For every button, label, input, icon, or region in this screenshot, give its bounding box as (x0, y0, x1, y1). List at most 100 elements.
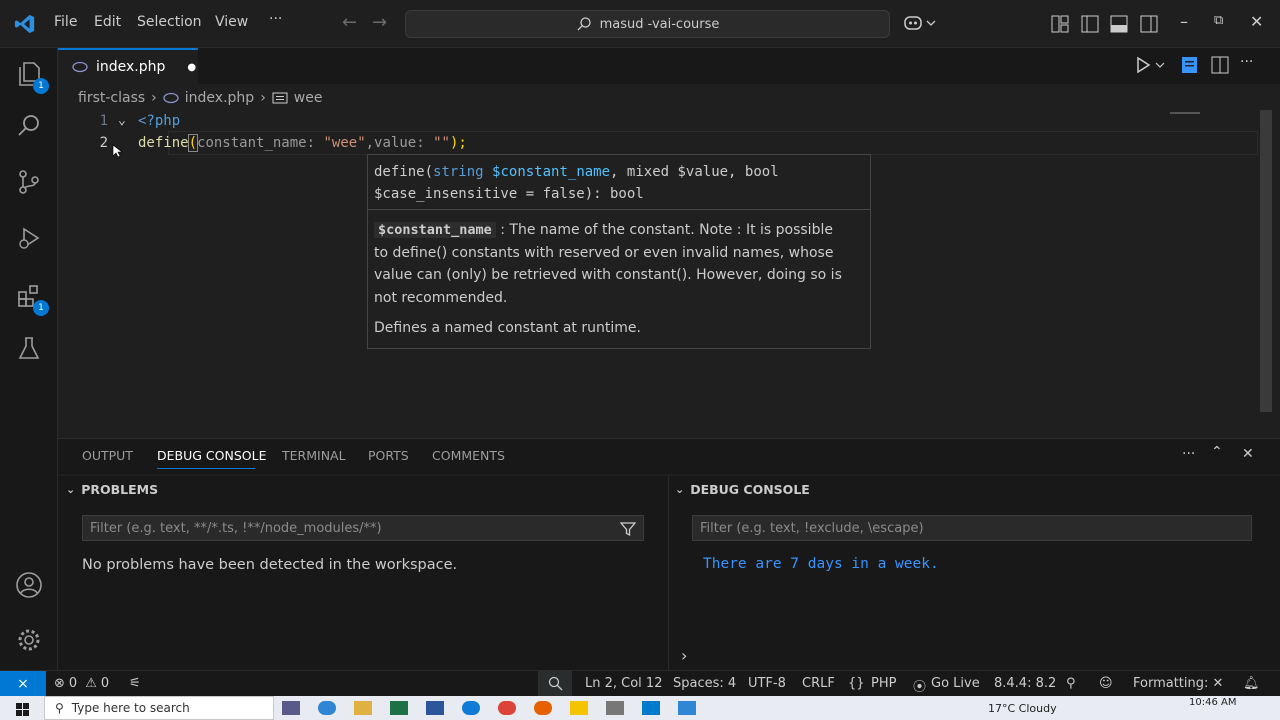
line-ending[interactable]: CRLF (802, 676, 835, 691)
taskbar-apps (282, 700, 732, 716)
debug-input-prompt-icon[interactable]: › (681, 646, 687, 665)
php-open-tag: <?php (138, 113, 181, 129)
windows-start-icon[interactable] (16, 703, 30, 717)
open-preview-icon[interactable] (1181, 56, 1199, 78)
search-text: masud -vai-course (599, 16, 720, 32)
command-center-search[interactable]: masud -vai-course (405, 10, 890, 38)
zoom-icon[interactable] (538, 671, 572, 696)
customize-layout-icon[interactable] (1051, 15, 1069, 37)
restore-icon[interactable]: ⧉ (1214, 13, 1223, 28)
file-explorer-icon[interactable] (354, 701, 372, 715)
problems-filter-input[interactable]: Filter (e.g. text, **/*.ts, !**/node_mod… (82, 515, 644, 541)
php-version[interactable]: 8.4.4: 8.2 (994, 676, 1056, 691)
back-arrow-icon[interactable]: ← (342, 12, 357, 33)
unsaved-dot-icon[interactable]: ● (187, 62, 196, 73)
chevron-down-icon: ⌄ (66, 483, 76, 496)
fold-chevron-icon[interactable]: ⌄ (118, 113, 126, 128)
close-panel-icon[interactable]: ✕ (1242, 446, 1254, 462)
explorer-icon[interactable]: 1 (13, 58, 49, 94)
param-hint-value: ,value: (365, 135, 425, 151)
toggle-secondary-sidebar-icon[interactable] (1140, 15, 1158, 37)
tab-output[interactable]: OUTPUT (82, 448, 133, 463)
chrome-icon[interactable] (498, 701, 516, 715)
language-mode[interactable]: PHP (871, 676, 896, 691)
split-editor-icon[interactable] (1211, 56, 1229, 78)
menu-file[interactable]: File (54, 14, 77, 30)
mouse-cursor-icon (112, 144, 122, 158)
windows-taskbar: ⚲ Type here to search 17°C Cloudy 10:46 A… (0, 696, 1280, 720)
run-debug-icon[interactable] (13, 222, 45, 254)
breadcrumb-file[interactable]: index.php (185, 90, 254, 106)
sticky-notes-icon[interactable] (570, 701, 588, 715)
panel-more-icon[interactable]: ··· (1182, 446, 1195, 462)
title-bar: File Edit Selection View ··· ← → masud -… (0, 0, 1280, 48)
editor-more-actions-icon[interactable]: ··· (1240, 54, 1253, 70)
code-line-2: define(constant_name: "wee",value: ""); (138, 134, 467, 152)
problems-header[interactable]: ⌄ PROBLEMS (66, 482, 158, 497)
word-icon[interactable] (426, 701, 444, 715)
breadcrumb-symbol[interactable]: wee (294, 90, 323, 106)
vscode-taskbar-icon[interactable] (642, 701, 660, 715)
close-window-icon[interactable]: ✕ (1250, 12, 1263, 31)
copilot-app-icon[interactable] (318, 701, 336, 715)
string-value: "wee (323, 135, 358, 151)
firefox-icon[interactable] (534, 701, 552, 715)
excel-icon[interactable] (390, 701, 408, 715)
cursor-position[interactable]: Ln 2, Col 12 (585, 676, 662, 691)
filter-icon[interactable] (620, 521, 636, 537)
copilot-icon[interactable] (903, 13, 937, 37)
camera-icon[interactable] (606, 701, 624, 715)
search-icon (577, 17, 591, 31)
bell-icon[interactable]: 🔔︎ (1243, 676, 1260, 691)
chevron-right-icon: › (151, 90, 157, 106)
activity-bar: 1 1 (0, 48, 58, 670)
copilot-status-icon[interactable]: ☺ (1099, 676, 1113, 691)
indentation[interactable]: Spaces: 4 (673, 676, 736, 691)
clock[interactable]: 10:46 AM (1189, 697, 1236, 708)
ports-icon[interactable]: ⚟ (129, 676, 141, 691)
task-view-icon[interactable] (282, 701, 300, 715)
hover-divider (368, 209, 870, 210)
encoding[interactable]: UTF-8 (748, 676, 786, 691)
accounts-icon[interactable] (13, 569, 45, 601)
active-tab-underline (157, 468, 255, 469)
run-file-icon[interactable] (1136, 56, 1166, 78)
toggle-primary-sidebar-icon[interactable] (1081, 15, 1099, 37)
tab-index-php[interactable]: index.php ● (58, 48, 198, 84)
search-icon[interactable] (13, 110, 45, 142)
wrench-icon[interactable]: ⚲ (1066, 676, 1076, 691)
extensions-badge: 1 (33, 300, 49, 316)
menu-selection[interactable]: Selection (137, 14, 202, 30)
braces-icon: {} (848, 676, 865, 691)
toggle-panel-icon[interactable] (1110, 15, 1128, 37)
menu-edit[interactable]: Edit (94, 14, 121, 30)
extensions-icon[interactable]: 1 (13, 280, 49, 316)
taskbar-search-box[interactable]: ⚲ Type here to search (44, 696, 274, 720)
outlook-icon[interactable] (678, 701, 696, 715)
formatting-status[interactable]: Formatting: ✕ (1133, 676, 1223, 691)
problems-status[interactable]: ⊗ 0 ⚠ 0 (54, 676, 109, 691)
tab-terminal[interactable]: TERMINAL (282, 448, 346, 463)
edge-icon[interactable] (462, 701, 480, 715)
breadcrumb-folder[interactable]: first-class (78, 90, 145, 106)
param-hint-constant-name: constant_name: (197, 135, 316, 151)
minimize-icon[interactable]: – (1180, 12, 1188, 31)
forward-arrow-icon[interactable]: → (372, 12, 387, 33)
go-live-button[interactable]: Go Live (931, 676, 980, 691)
tab-comments[interactable]: COMMENTS (432, 448, 505, 463)
weather[interactable]: 17°C Cloudy (988, 702, 1057, 715)
menu-more[interactable]: ··· (269, 11, 282, 27)
tab-debug-console[interactable]: DEBUG CONSOLE (157, 448, 266, 463)
editor-scrollbar[interactable] (1260, 110, 1272, 412)
debug-console-header[interactable]: ⌄ DEBUG CONSOLE (675, 482, 810, 497)
source-control-icon[interactable] (13, 166, 45, 198)
tab-ports[interactable]: PORTS (368, 448, 409, 463)
chevron-down-icon: ⌄ (675, 483, 685, 496)
settings-gear-icon[interactable] (13, 624, 45, 656)
remote-icon[interactable]: ⨯ (0, 671, 46, 696)
constant-symbol-icon (272, 92, 288, 104)
menu-view[interactable]: View (215, 14, 248, 30)
testing-icon[interactable] (13, 332, 45, 364)
maximize-panel-icon[interactable]: ⌃ (1211, 444, 1223, 460)
debug-filter-input[interactable]: Filter (e.g. text, !exclude, \escape) (692, 515, 1252, 541)
